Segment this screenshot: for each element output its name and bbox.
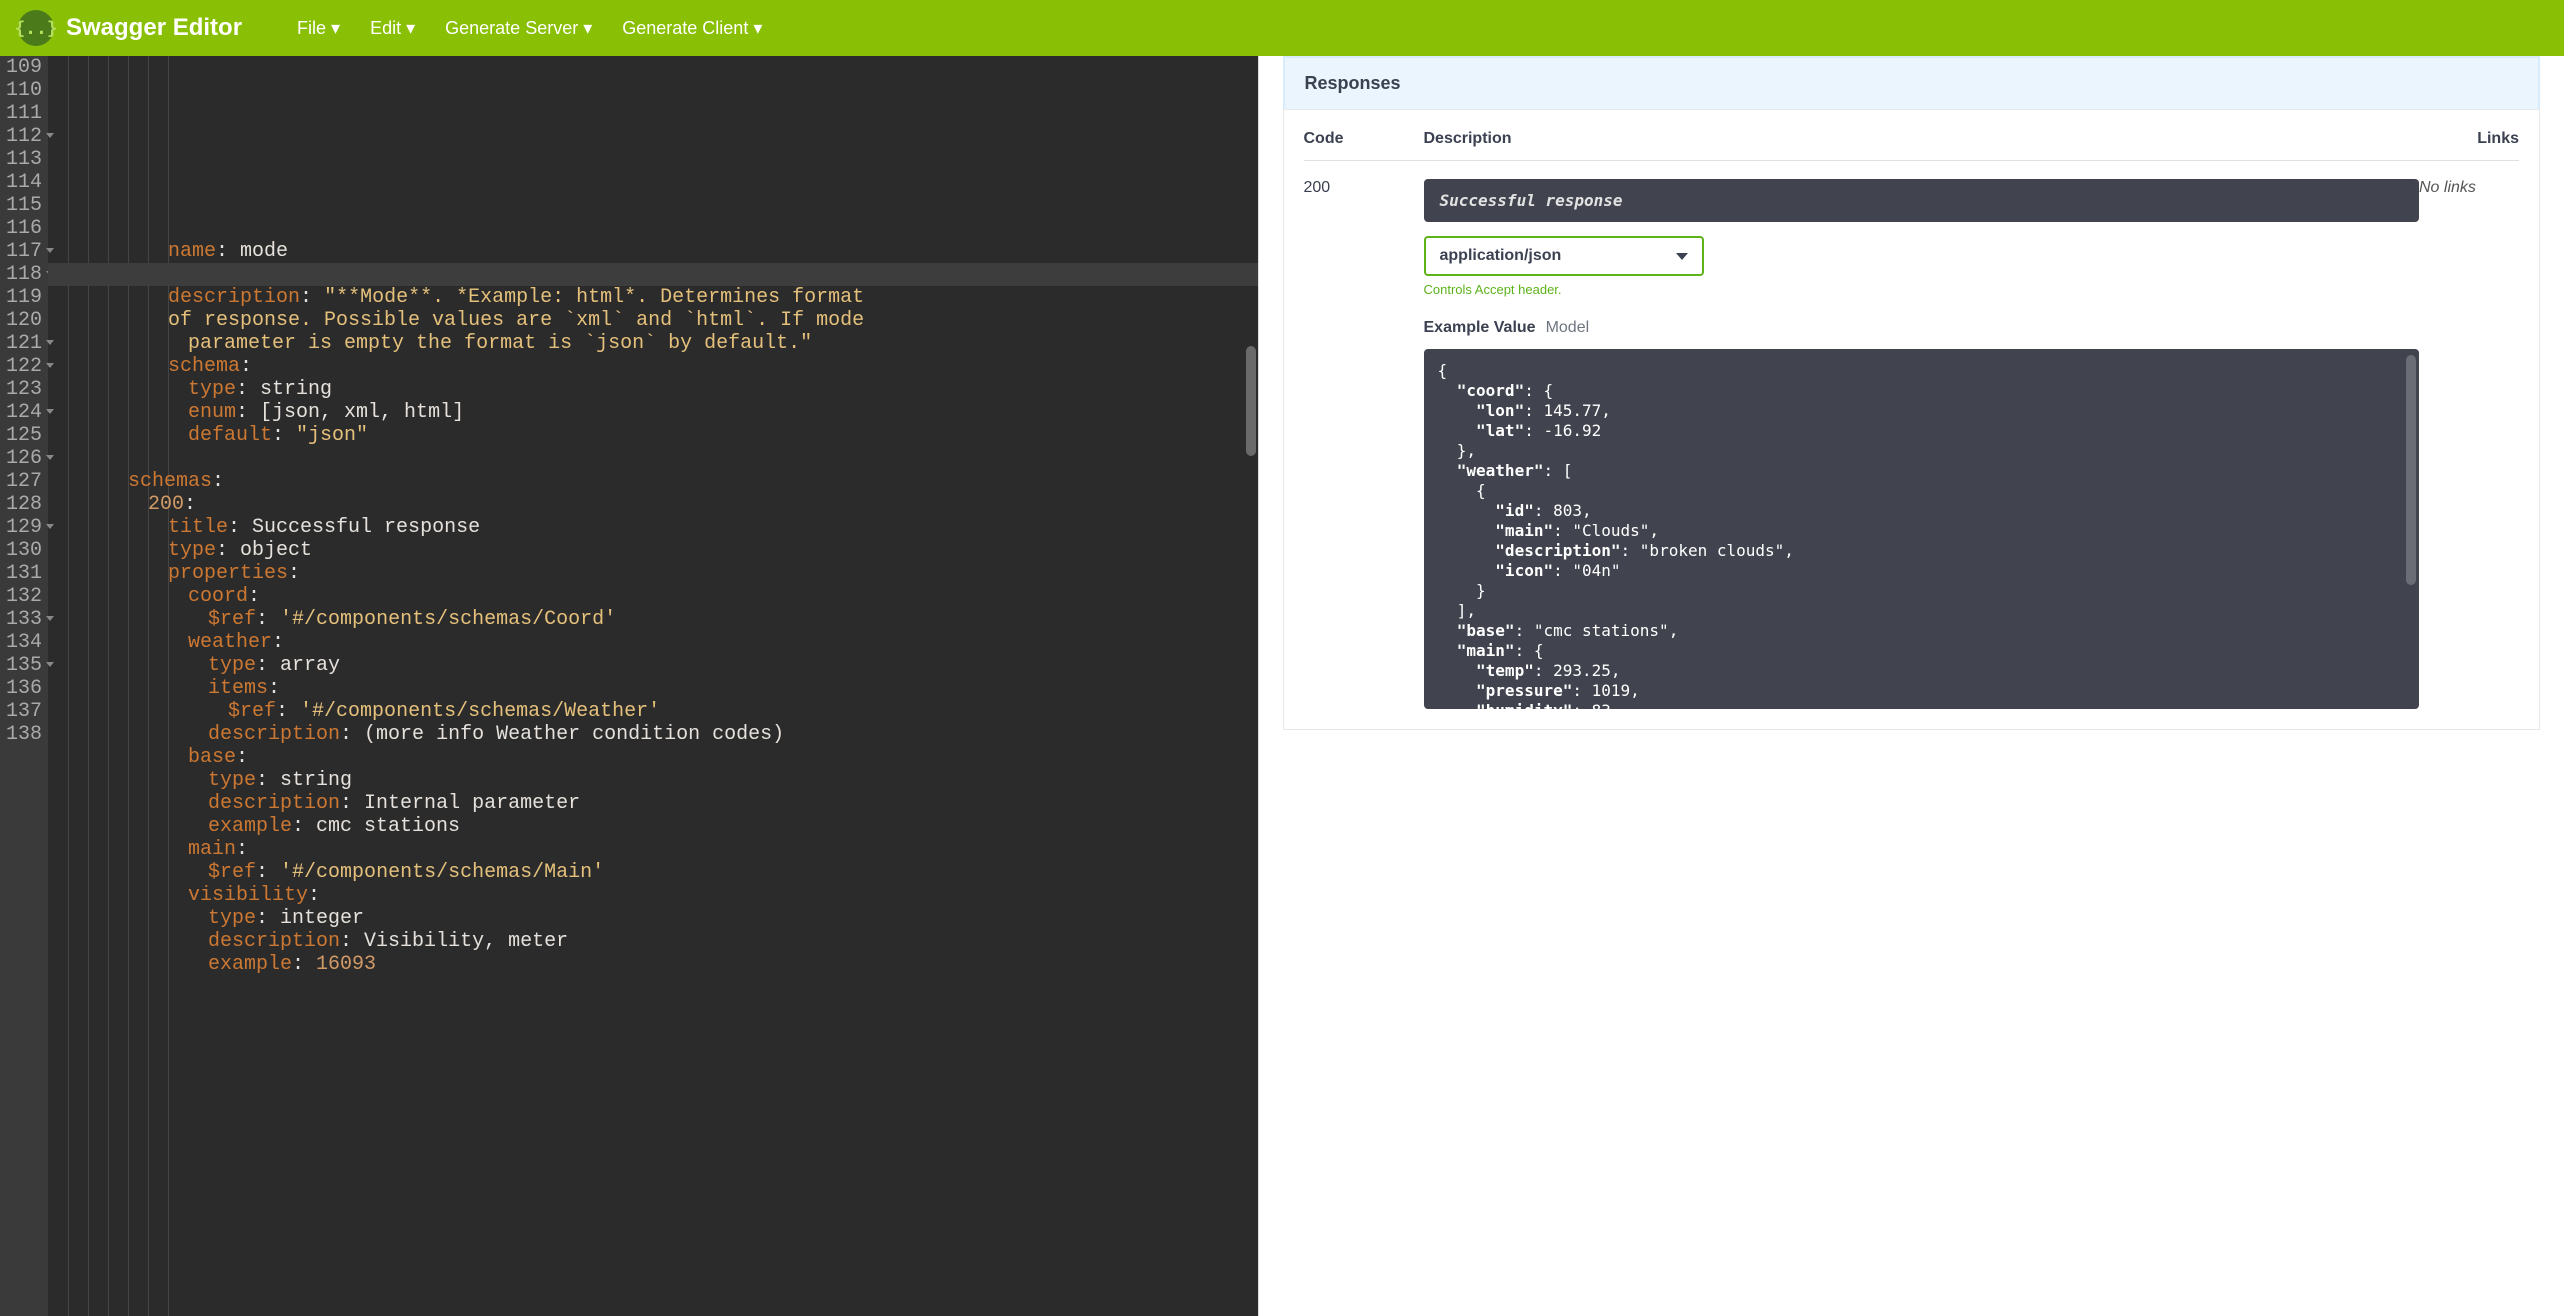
code-area[interactable]: name: modein: querydescription: "**Mode*… bbox=[48, 56, 1257, 1316]
menu-edit[interactable]: Edit ▾ bbox=[370, 18, 415, 39]
responses-tab: Responses bbox=[1283, 56, 2541, 109]
media-type-select[interactable]: application/json bbox=[1424, 236, 1704, 276]
logo-icon: {..} bbox=[18, 10, 54, 46]
example-json-block[interactable]: { "coord": { "lon": 145.77, "lat": -16.9… bbox=[1424, 349, 2420, 709]
response-description-text: Successful response bbox=[1424, 179, 2420, 222]
col-links: Links bbox=[2419, 130, 2519, 148]
app-title: Swagger Editor bbox=[66, 14, 242, 42]
content: 1091101111121131141151161171181191201211… bbox=[0, 56, 2564, 1316]
example-json-content: { "coord": { "lon": 145.77, "lat": -16.9… bbox=[1438, 361, 1794, 709]
menu-generate-client[interactable]: Generate Client ▾ bbox=[622, 18, 762, 39]
tab-model[interactable]: Model bbox=[1546, 319, 1590, 337]
line-gutter: 1091101111121131141151161171181191201211… bbox=[0, 56, 48, 1316]
accept-header-note: Controls Accept header. bbox=[1424, 282, 2420, 297]
response-description: Successful response application/json Con… bbox=[1424, 179, 2420, 709]
response-row-200: 200 Successful response application/json… bbox=[1304, 179, 2520, 709]
yaml-editor[interactable]: 1091101111121131141151161171181191201211… bbox=[0, 56, 1258, 1316]
topbar: {..} Swagger Editor File ▾ Edit ▾ Genera… bbox=[0, 0, 2564, 56]
col-desc: Description bbox=[1424, 130, 2420, 148]
tab-example-value[interactable]: Example Value bbox=[1424, 319, 1536, 337]
media-type-value: application/json bbox=[1440, 247, 1562, 265]
logo: {..} Swagger Editor bbox=[18, 10, 242, 46]
editor-scrollbar[interactable] bbox=[1244, 56, 1258, 1316]
response-links: No links bbox=[2419, 179, 2519, 709]
responses-header-row: Code Description Links bbox=[1304, 130, 2520, 161]
responses-container: Code Description Links 200 Successful re… bbox=[1283, 109, 2541, 730]
response-code: 200 bbox=[1304, 179, 1424, 709]
chevron-down-icon bbox=[1676, 253, 1688, 260]
example-scrollbar[interactable] bbox=[2406, 355, 2416, 585]
menu-generate-server[interactable]: Generate Server ▾ bbox=[445, 18, 592, 39]
main-menus: File ▾ Edit ▾ Generate Server ▾ Generate… bbox=[297, 18, 762, 39]
preview-pane[interactable]: Responses Code Description Links 200 Suc… bbox=[1258, 56, 2564, 1316]
example-model-tabs: Example Value Model bbox=[1424, 319, 2420, 337]
responses-title: Responses bbox=[1305, 73, 2519, 94]
col-code: Code bbox=[1304, 130, 1424, 148]
menu-file[interactable]: File ▾ bbox=[297, 18, 340, 39]
